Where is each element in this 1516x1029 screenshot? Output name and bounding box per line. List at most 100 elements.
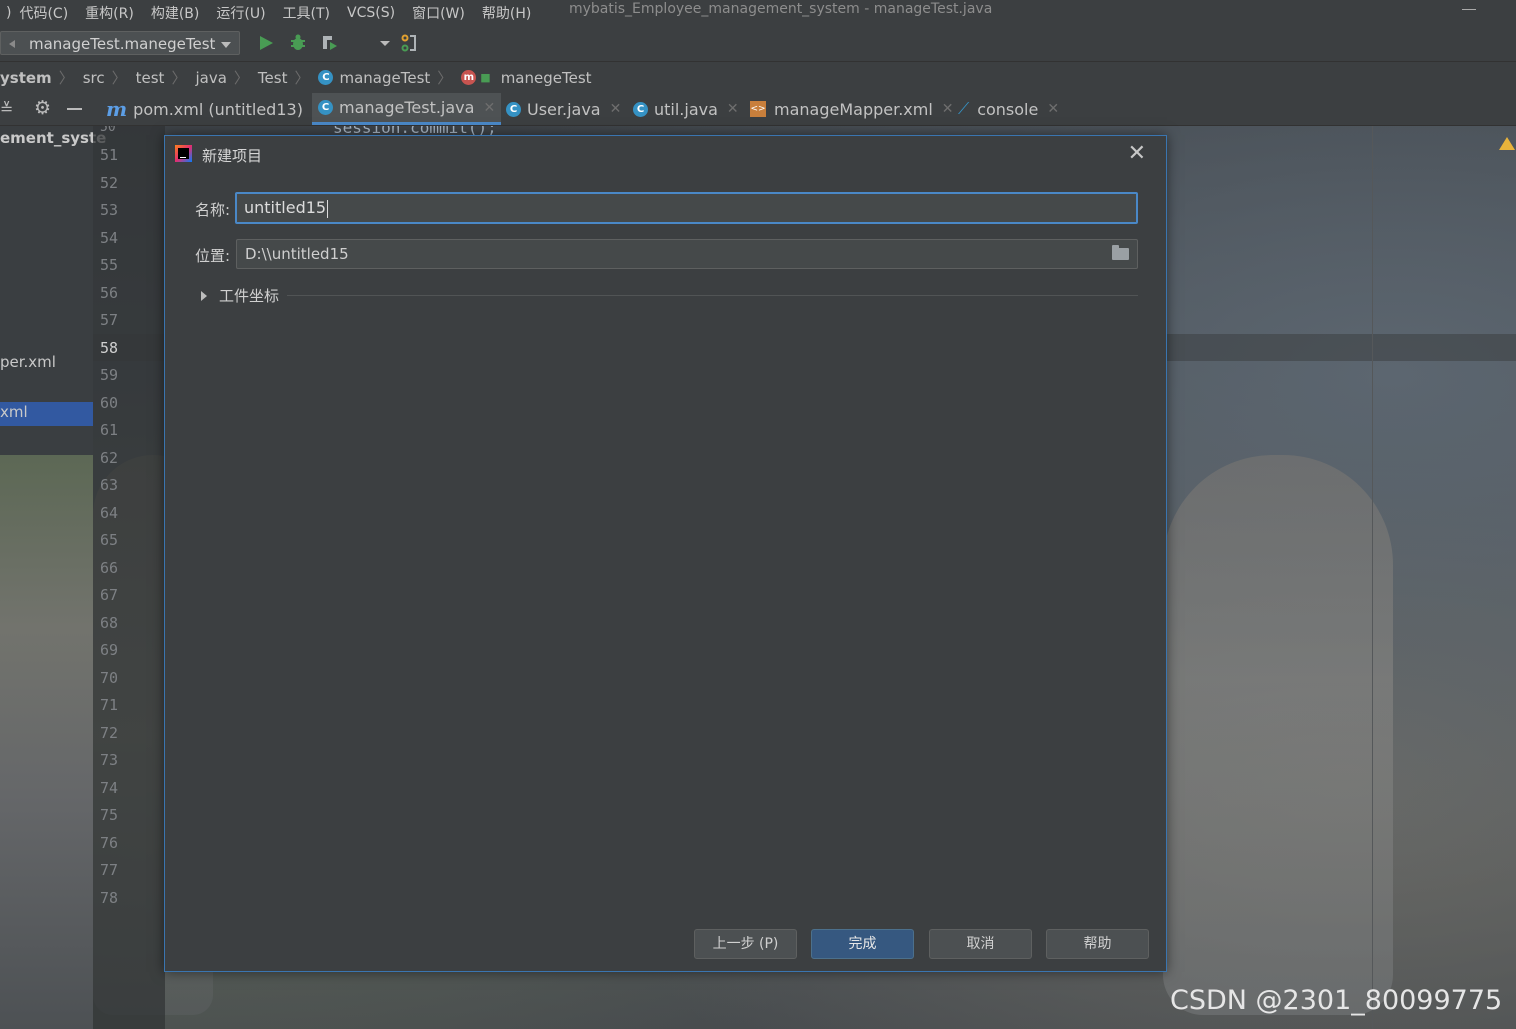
tab-util-java[interactable]: C util.java ✕ bbox=[627, 93, 745, 125]
breadcrumb: ystem 〉 src 〉 test 〉 java 〉 Test 〉 CmanageTes… bbox=[0, 62, 1516, 93]
breadcrumb-project[interactable]: ystem bbox=[0, 69, 52, 87]
run-config-icon bbox=[9, 40, 15, 48]
artifact-coordinates-toggle[interactable]: 工件坐标 bbox=[201, 285, 279, 306]
close-icon[interactable]: ✕ bbox=[727, 101, 739, 117]
collapse-icon[interactable]: ≚ bbox=[0, 99, 13, 118]
right-margin-guide bbox=[1372, 125, 1373, 1029]
menu-item-window[interactable]: 窗口(W) bbox=[412, 3, 465, 23]
more-dropdown-icon[interactable] bbox=[376, 33, 396, 53]
tab-manageMapper-xml[interactable]: <> manageMapper.xml ✕ bbox=[744, 93, 960, 125]
line-number: 64 bbox=[100, 503, 119, 522]
line-number: 76 bbox=[100, 833, 119, 852]
location-label: 位置: bbox=[195, 247, 231, 265]
warning-icon[interactable] bbox=[1499, 137, 1515, 150]
breadcrumb-test[interactable]: test bbox=[136, 69, 165, 87]
tab-user-java[interactable]: C User.java ✕ bbox=[500, 93, 627, 125]
line-number: 58 bbox=[100, 338, 119, 357]
close-icon[interactable]: ✕ bbox=[483, 100, 495, 116]
close-icon[interactable]: ✕ bbox=[1047, 101, 1059, 117]
gear-icon[interactable]: ⚙ bbox=[34, 97, 51, 119]
minimize-icon[interactable] bbox=[1462, 9, 1476, 10]
line-number: 52 bbox=[100, 173, 119, 192]
line-number: 63 bbox=[100, 476, 119, 494]
tab-manageTest-java[interactable]: C manageTest.java ✕ bbox=[312, 93, 502, 125]
help-button[interactable]: 帮助 bbox=[1046, 929, 1149, 959]
console-icon: ⟋ bbox=[958, 99, 970, 118]
chevron-down-icon bbox=[221, 42, 231, 48]
line-number: 65 bbox=[100, 531, 119, 549]
xml-icon: <> bbox=[750, 101, 766, 117]
breadcrumb-Test[interactable]: Test bbox=[258, 69, 288, 87]
line-number: 59 bbox=[100, 366, 119, 384]
hide-icon[interactable] bbox=[67, 108, 82, 110]
tab-pom-xml[interactable]: m pom.xml (untitled13) ✕ bbox=[100, 93, 330, 125]
project-name-input[interactable]: untitled15 bbox=[235, 192, 1138, 224]
line-number: 62 bbox=[100, 448, 119, 467]
tab-console[interactable]: ⟋ console ✕ bbox=[952, 93, 1065, 125]
line-number: 77 bbox=[100, 861, 119, 879]
tab-label: console bbox=[977, 99, 1039, 119]
maven-icon: m bbox=[106, 97, 128, 121]
run-configuration-label: manageTest.manegeTest bbox=[29, 35, 216, 53]
coverage-icon[interactable] bbox=[320, 33, 340, 53]
lock-icon: ■ bbox=[480, 71, 491, 84]
tab-label: manageTest.java bbox=[339, 98, 475, 117]
cancel-button[interactable]: 取消 bbox=[929, 929, 1032, 959]
menu-item-vcs[interactable]: VCS(S) bbox=[347, 5, 395, 21]
line-number: 78 bbox=[100, 888, 119, 907]
debug-icon[interactable] bbox=[288, 33, 308, 53]
line-number: 69 bbox=[100, 641, 119, 659]
run-configuration-select[interactable]: manageTest.manegeTest bbox=[0, 31, 240, 55]
previous-button[interactable]: 上一步 (P) bbox=[694, 929, 797, 959]
breadcrumb-src[interactable]: src bbox=[83, 69, 105, 87]
class-icon: C bbox=[633, 101, 648, 117]
line-number: 56 bbox=[100, 283, 119, 302]
tab-label: pom.xml (untitled13) bbox=[133, 99, 303, 119]
divider bbox=[287, 295, 1138, 296]
line-number: 61 bbox=[100, 421, 119, 439]
line-number: 66 bbox=[100, 558, 119, 577]
watermark: CSDN @2301_80099775 bbox=[1170, 985, 1503, 1016]
project-name-value: untitled15 bbox=[244, 198, 327, 217]
folder-icon[interactable] bbox=[1112, 245, 1129, 260]
menu-item-code[interactable]: 代码(C) bbox=[19, 3, 68, 23]
menu-item-help[interactable]: 帮助(H) bbox=[482, 3, 531, 23]
close-icon[interactable]: ✕ bbox=[1128, 142, 1146, 166]
project-location-value: D:\\untitled15 bbox=[245, 245, 349, 263]
line-number: 74 bbox=[100, 778, 119, 797]
breadcrumb-class[interactable]: manageTest bbox=[339, 69, 430, 87]
menu-item-tools[interactable]: 工具(T) bbox=[283, 3, 330, 23]
finish-button[interactable]: 完成 bbox=[811, 929, 914, 959]
menu-item-build[interactable]: 构建(B) bbox=[151, 3, 200, 23]
method-icon: m bbox=[461, 70, 477, 85]
new-project-dialog: 新建项目 ✕ 名称: untitled15 位置: D:\\untitled15… bbox=[164, 135, 1167, 972]
breadcrumb-method[interactable]: manegeTest bbox=[501, 69, 592, 87]
line-number: 55 bbox=[100, 256, 119, 274]
chevron-right-icon bbox=[201, 290, 207, 301]
line-number: 71 bbox=[100, 696, 119, 714]
class-icon: C bbox=[318, 70, 334, 85]
dialog-title-bar[interactable]: 新建项目 ✕ bbox=[165, 136, 1166, 173]
tab-label: manageMapper.xml bbox=[774, 99, 933, 119]
close-icon[interactable]: ✕ bbox=[610, 101, 622, 117]
intellij-logo-icon bbox=[175, 145, 192, 162]
dialog-title: 新建项目 bbox=[202, 147, 263, 165]
line-number: 75 bbox=[100, 806, 119, 824]
project-root-label[interactable]: ement_syste bbox=[0, 129, 106, 147]
menu-item-refactor[interactable]: 重构(R) bbox=[85, 3, 134, 23]
tab-label: util.java bbox=[654, 99, 718, 119]
text-caret bbox=[327, 199, 329, 218]
line-number: 73 bbox=[100, 751, 119, 769]
run-icon[interactable] bbox=[256, 33, 276, 53]
breadcrumb-java[interactable]: java bbox=[195, 69, 226, 87]
menu-item-fragment[interactable]: ) bbox=[6, 5, 11, 21]
project-item-mapper-xml[interactable]: per.xml bbox=[0, 353, 56, 371]
project-item-xml[interactable]: xml bbox=[0, 403, 28, 421]
menu-item-run[interactable]: 运行(U) bbox=[216, 3, 265, 23]
line-number: 67 bbox=[100, 586, 119, 604]
class-icon: C bbox=[506, 101, 521, 117]
class-icon: C bbox=[318, 100, 333, 115]
line-number: 70 bbox=[100, 668, 119, 687]
project-location-input[interactable]: D:\\untitled15 bbox=[236, 239, 1138, 269]
git-icon[interactable] bbox=[399, 33, 419, 53]
